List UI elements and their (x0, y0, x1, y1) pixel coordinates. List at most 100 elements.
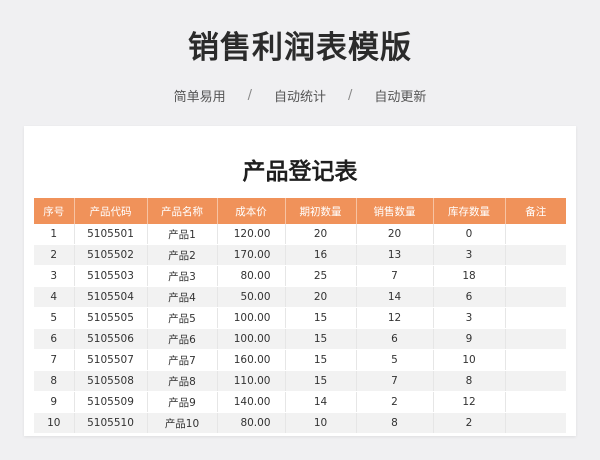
col-opening-qty-cell: 15 (285, 328, 357, 350)
col-sales-qty-cell: 8 (356, 412, 434, 434)
col-stock-qty-cell: 18 (433, 265, 506, 287)
col-notes-cell (505, 328, 566, 350)
col-sales-qty-cell: 14 (356, 286, 434, 308)
col-sales-qty-cell: 2 (356, 391, 434, 413)
col-sales-qty-cell: 7 (356, 265, 434, 287)
col-cost-header: 成本价 (217, 198, 286, 224)
col-code-cell: 5105510 (74, 412, 148, 434)
col-notes-cell (505, 286, 566, 308)
col-index-cell: 1 (34, 224, 75, 245)
col-code-cell: 5105502 (74, 244, 148, 266)
col-sales-qty-header: 销售数量 (356, 198, 434, 224)
col-name-cell: 产品3 (147, 265, 218, 287)
col-notes-cell (505, 391, 566, 413)
table-row: 7 5105507 产品7 160.00 15 5 10 (34, 349, 566, 371)
col-cost-cell: 120.00 (217, 224, 286, 245)
table-row: 9 5105509 产品9 140.00 14 2 12 (34, 391, 566, 413)
col-notes-cell (505, 349, 566, 371)
col-opening-qty-cell: 15 (285, 307, 357, 329)
col-opening-qty-cell: 20 (285, 224, 357, 245)
table-row: 2 5105502 产品2 170.00 16 13 3 (34, 244, 566, 266)
col-sales-qty-cell: 6 (356, 328, 434, 350)
col-notes-cell (505, 224, 566, 245)
col-stock-qty-cell: 6 (433, 286, 506, 308)
col-stock-qty-cell: 10 (433, 349, 506, 371)
col-code-cell: 5105508 (74, 370, 148, 392)
col-name-cell: 产品4 (147, 286, 218, 308)
feature-list: 简单易用 / 自动统计 / 自动更新 (0, 86, 600, 105)
col-notes-header: 备注 (505, 198, 566, 224)
col-opening-qty-cell: 15 (285, 370, 357, 392)
col-name-header: 产品名称 (147, 198, 218, 224)
col-index-cell: 5 (34, 307, 75, 329)
col-stock-qty-cell: 9 (433, 328, 506, 350)
col-opening-qty-cell: 15 (285, 349, 357, 371)
col-opening-qty-cell: 16 (285, 244, 357, 266)
col-stock-qty-cell: 3 (433, 244, 506, 266)
col-code-cell: 5105506 (74, 328, 148, 350)
col-index-cell: 3 (34, 265, 75, 287)
col-opening-qty-cell: 25 (285, 265, 357, 287)
col-code-cell: 5105507 (74, 349, 148, 371)
col-sales-qty-cell: 13 (356, 244, 434, 266)
col-name-cell: 产品2 (147, 244, 218, 266)
col-sales-qty-cell: 12 (356, 307, 434, 329)
col-cost-cell: 170.00 (217, 244, 286, 266)
col-stock-qty-cell: 12 (433, 391, 506, 413)
feature-auto-stats: 自动统计 (273, 90, 326, 105)
table-row: 3 5105503 产品3 80.00 25 7 18 (34, 265, 566, 287)
table-row: 4 5105504 产品4 50.00 20 14 6 (34, 286, 566, 308)
col-index-header: 序号 (34, 198, 75, 224)
feature-auto-update: 自动更新 (374, 90, 427, 105)
col-index-cell: 10 (34, 412, 75, 434)
col-sales-qty-cell: 5 (356, 349, 434, 371)
col-sales-qty-cell: 7 (356, 370, 434, 392)
col-notes-cell (505, 265, 566, 287)
col-index-cell: 9 (34, 391, 75, 413)
col-index-cell: 6 (34, 328, 75, 350)
col-notes-cell (505, 412, 566, 434)
col-code-cell: 5105504 (74, 286, 148, 308)
table-body: 1 5105501 产品1 120.00 20 20 0 2 5105502 产品2 170.00 1… (34, 224, 566, 434)
col-cost-cell: 140.00 (217, 391, 286, 413)
col-name-cell: 产品10 (147, 412, 218, 434)
feature-easy: 简单易用 (173, 90, 226, 105)
col-stock-qty-cell: 8 (433, 370, 506, 392)
separator: / (348, 88, 353, 103)
col-name-cell: 产品6 (147, 328, 218, 350)
col-cost-cell: 100.00 (217, 307, 286, 329)
col-name-cell: 产品5 (147, 307, 218, 329)
col-notes-cell (505, 370, 566, 392)
col-stock-qty-cell: 3 (433, 307, 506, 329)
col-index-cell: 2 (34, 244, 75, 266)
col-code-cell: 5105509 (74, 391, 148, 413)
table-row: 8 5105508 产品8 110.00 15 7 8 (34, 370, 566, 392)
col-index-cell: 4 (34, 286, 75, 308)
col-notes-cell (505, 307, 566, 329)
col-opening-qty-cell: 20 (285, 286, 357, 308)
table-row: 1 5105501 产品1 120.00 20 20 0 (34, 224, 566, 245)
col-name-cell: 产品8 (147, 370, 218, 392)
col-cost-cell: 160.00 (217, 349, 286, 371)
col-code-cell: 5105505 (74, 307, 148, 329)
col-stock-qty-cell: 2 (433, 412, 506, 434)
col-opening-qty-cell: 10 (285, 412, 357, 434)
col-opening-qty-cell: 14 (285, 391, 357, 413)
col-sales-qty-cell: 20 (356, 224, 434, 245)
header-row: 序号 产品代码 产品名称 成本价 期初数量 销售数量 库存数量 备注 (34, 198, 566, 224)
col-code-cell: 5105501 (74, 224, 148, 245)
col-cost-cell: 50.00 (217, 286, 286, 308)
table-row: 5 5105505 产品5 100.00 15 12 3 (34, 307, 566, 329)
col-notes-cell (505, 244, 566, 266)
col-stock-qty-header: 库存数量 (433, 198, 506, 224)
col-cost-cell: 110.00 (217, 370, 286, 392)
table-row: 10 5105510 产品10 80.00 10 8 2 (34, 412, 566, 434)
col-index-cell: 8 (34, 370, 75, 392)
col-index-cell: 7 (34, 349, 75, 371)
page-title: 销售利润表模版 (188, 30, 412, 66)
separator: / (247, 88, 252, 103)
col-stock-qty-cell: 0 (433, 224, 506, 245)
col-cost-cell: 100.00 (217, 328, 286, 350)
table-card: 产品登记表 序号 产品代码 产品名称 成本价 期初数量 销售数量 库存数量 备注 1 51055… (24, 126, 576, 436)
col-cost-cell: 80.00 (217, 265, 286, 287)
